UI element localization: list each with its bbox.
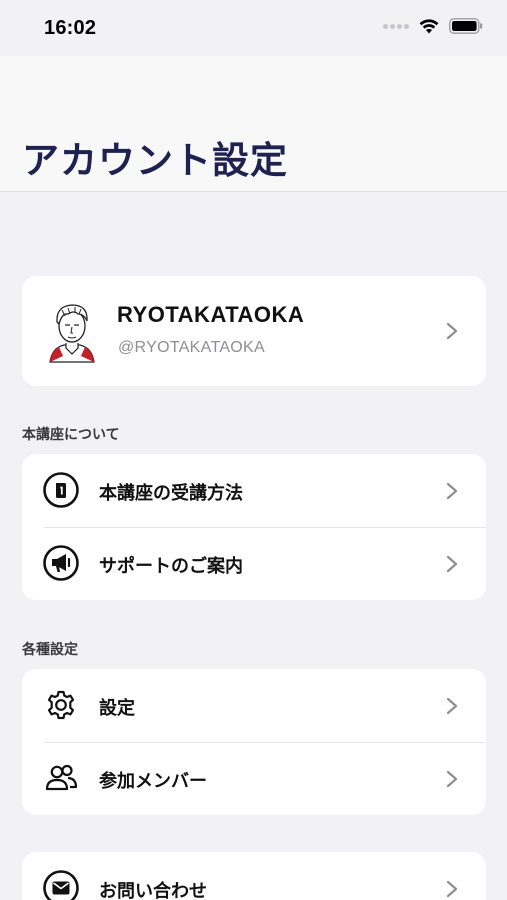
row-label: 参加メンバー	[99, 771, 207, 792]
profile-card[interactable]: RYOTAKATAOKA @RYOTAKATAOKA	[22, 276, 486, 386]
row-contact[interactable]: お問い合わせ	[22, 852, 486, 900]
header: アカウント設定	[0, 56, 507, 192]
course-card: 本講座の受講方法 サポートのご案内	[22, 454, 486, 600]
row-course-guide[interactable]: 本講座の受講方法	[22, 454, 486, 527]
row-label: 設定	[99, 698, 135, 719]
avatar	[49, 304, 95, 363]
row-label: お問い合わせ	[99, 881, 207, 900]
megaphone-icon	[43, 545, 79, 581]
row-support[interactable]: サポートのご案内	[22, 527, 486, 600]
gear-icon	[47, 690, 75, 720]
section-label-settings: 各種設定	[22, 642, 78, 658]
chevron-right-icon	[446, 482, 458, 500]
wifi-icon	[419, 18, 439, 33]
profile-handle: @RYOTAKATAOKA	[118, 339, 265, 356]
users-icon	[45, 764, 78, 791]
info-circle-icon	[43, 472, 79, 508]
chevron-right-icon	[446, 770, 458, 788]
row-members[interactable]: 参加メンバー	[22, 742, 486, 815]
mail-icon	[43, 870, 79, 900]
status-bar: 16:02	[0, 0, 507, 56]
row-settings[interactable]: 設定	[22, 669, 486, 742]
chevron-right-icon	[446, 555, 458, 573]
contact-card: お問い合わせ	[22, 852, 486, 900]
status-time: 16:02	[44, 17, 97, 39]
account-settings-screen: 16:02 アカウント設定 RYOTAKATAOKA @RYOTAKATAOKA…	[0, 0, 507, 900]
section-label-course: 本講座について	[22, 427, 120, 443]
chevron-right-icon	[446, 880, 458, 898]
battery-icon	[449, 18, 483, 34]
settings-card: 設定 参加メンバー	[22, 669, 486, 815]
chevron-right-icon	[446, 697, 458, 715]
cellular-signal-icon	[383, 23, 409, 29]
row-label: 本講座の受講方法	[99, 483, 243, 504]
chevron-right-icon	[446, 322, 458, 340]
profile-name: RYOTAKATAOKA	[117, 302, 305, 327]
row-label: サポートのご案内	[99, 556, 243, 577]
status-icons	[383, 18, 483, 34]
page-title: アカウント設定	[22, 139, 288, 182]
